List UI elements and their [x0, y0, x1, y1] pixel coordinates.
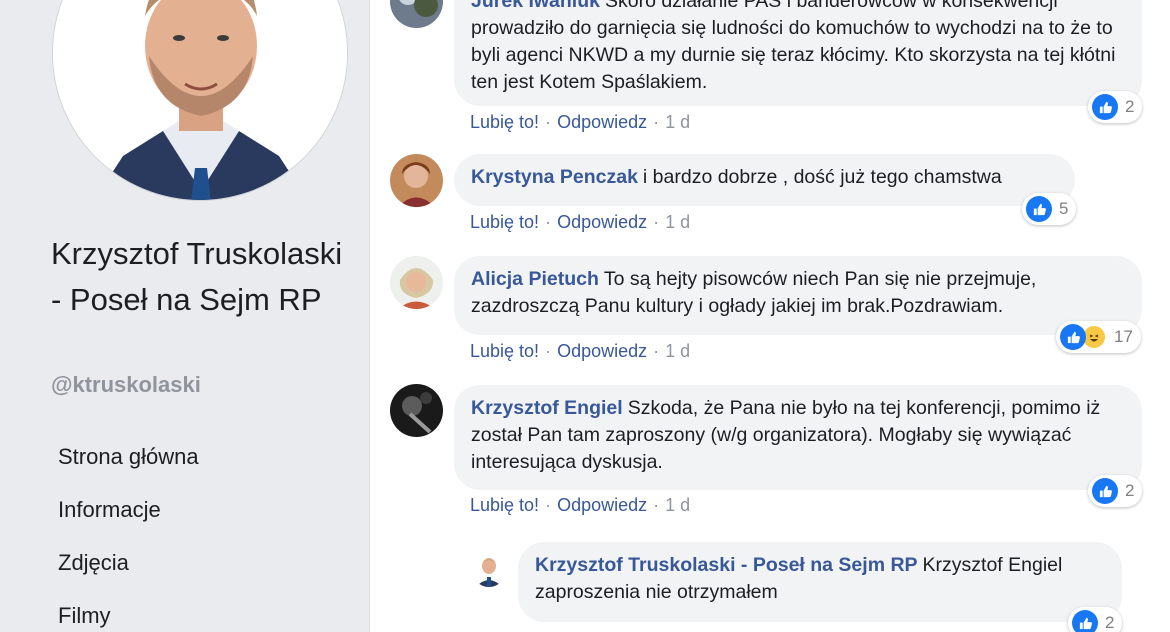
separator: · [653, 495, 660, 515]
comment-timestamp[interactable]: 1 d [665, 495, 690, 515]
comment-timestamp[interactable]: 1 d [665, 112, 690, 132]
nav-item-about[interactable]: Informacje [58, 483, 199, 536]
comment-bubble: Krystyna Penczak i bardzo dobrze , dość j… [454, 154, 1075, 206]
avatar[interactable] [390, 0, 443, 28]
reaction-count: 2 [1105, 613, 1115, 632]
avatar[interactable] [390, 256, 443, 309]
reply-link[interactable]: Odpowiedz [557, 112, 647, 132]
separator: · [653, 212, 660, 232]
page-navigation: Strona główna Informacje Zdjęcia Filmy [58, 430, 199, 632]
avatar[interactable] [472, 553, 506, 587]
separator: · [545, 112, 552, 132]
reply-comment: Krzysztof Truskolaski - Poseł na Sejm RP… [370, 540, 1170, 632]
comment-bubble: Krzysztof Engiel Szkoda, że Pana nie było… [454, 385, 1142, 490]
nav-item-videos[interactable]: Filmy [58, 589, 199, 632]
like-icon [1026, 196, 1052, 222]
reply-link[interactable]: Odpowiedz [557, 212, 647, 232]
avatar[interactable] [390, 384, 443, 437]
reaction-summary[interactable]: 17 [1056, 321, 1141, 353]
reaction-count: 2 [1125, 481, 1135, 500]
comment: Krystyna Penczak i bardzo dobrze , dość j… [370, 150, 1170, 240]
comment-actions: Lubię to! · Odpowiedz · 1 d [470, 341, 690, 362]
avatar-image [390, 384, 443, 437]
comment-bubble: Krzysztof Truskolaski - Poseł na Sejm RP… [518, 542, 1122, 622]
reaction-summary[interactable]: 2 [1088, 475, 1143, 507]
like-icon [1092, 478, 1118, 504]
avatar-image [390, 0, 443, 28]
comment-actions: Lubię to! · Odpowiedz · 1 d [470, 112, 690, 133]
separator: · [545, 212, 552, 232]
comment-author[interactable]: Alicja Pietuch [471, 268, 599, 290]
comment-bubble: Jurek Iwaniuk Skoro działanie PAS i bande… [454, 0, 1142, 106]
nav-item-photos[interactable]: Zdjęcia [58, 536, 199, 589]
like-icon [1060, 324, 1086, 350]
avatar-image [390, 154, 443, 207]
separator: · [653, 341, 660, 361]
page-sidebar: Krzysztof Truskolaski - Poseł na Sejm RP… [0, 0, 370, 632]
reaction-summary[interactable]: 5 [1022, 193, 1077, 225]
like-link[interactable]: Lubię to! [470, 212, 539, 232]
reply-link[interactable]: Odpowiedz [557, 495, 647, 515]
reaction-count: 2 [1125, 97, 1135, 116]
like-link[interactable]: Lubię to! [470, 112, 539, 132]
separator: · [545, 495, 552, 515]
separator: · [653, 112, 660, 132]
avatar-image [390, 256, 443, 309]
nav-item-home[interactable]: Strona główna [58, 430, 199, 483]
avatar-image [472, 553, 506, 587]
comment: Jurek Iwaniuk Skoro działanie PAS i bande… [370, 0, 1170, 140]
separator: · [545, 341, 552, 361]
like-link[interactable]: Lubię to! [470, 495, 539, 515]
comment-actions: Lubię to! · Odpowiedz · 1 d [470, 495, 690, 516]
comment-text: i bardzo dobrze , dość już tego chamstwa [642, 166, 1002, 188]
comment-bubble: Alicja Pietuch To są hejty pisowców niech… [454, 256, 1142, 335]
comment-timestamp[interactable]: 1 d [665, 212, 690, 232]
like-icon [1092, 94, 1118, 120]
page-handle: @ktruskolaski [51, 372, 201, 397]
reaction-count: 5 [1059, 199, 1069, 218]
comment-author[interactable]: Krystyna Penczak [471, 166, 638, 188]
like-icon [1072, 610, 1098, 632]
comment-text: Skoro działanie PAS i banderowców w kons… [471, 0, 1116, 93]
comment: Krzysztof Engiel Szkoda, że Pana nie było… [370, 382, 1170, 522]
comment-author[interactable]: Krzysztof Truskolaski - Poseł na Sejm RP [535, 554, 918, 576]
comment: Alicja Pietuch To są hejty pisowców niech… [370, 252, 1170, 372]
comment-timestamp[interactable]: 1 d [665, 341, 690, 361]
avatar[interactable] [390, 154, 443, 207]
comment-author[interactable]: Jurek Iwaniuk [471, 0, 600, 12]
comment-actions: Lubię to! · Odpowiedz · 1 d [470, 212, 690, 233]
profile-photo-image [53, 0, 347, 200]
reply-link[interactable]: Odpowiedz [557, 341, 647, 361]
comment-author[interactable]: Krzysztof Engiel [471, 397, 623, 419]
profile-picture[interactable] [52, 0, 348, 201]
comments-section: Jurek Iwaniuk Skoro działanie PAS i bande… [370, 0, 1170, 632]
reaction-summary[interactable]: 2 [1088, 91, 1143, 123]
reaction-count: 17 [1114, 327, 1133, 346]
reaction-summary[interactable]: 2 [1068, 607, 1123, 632]
like-link[interactable]: Lubię to! [470, 341, 539, 361]
page-title: Krzysztof Truskolaski - Poseł na Sejm RP [51, 236, 343, 317]
